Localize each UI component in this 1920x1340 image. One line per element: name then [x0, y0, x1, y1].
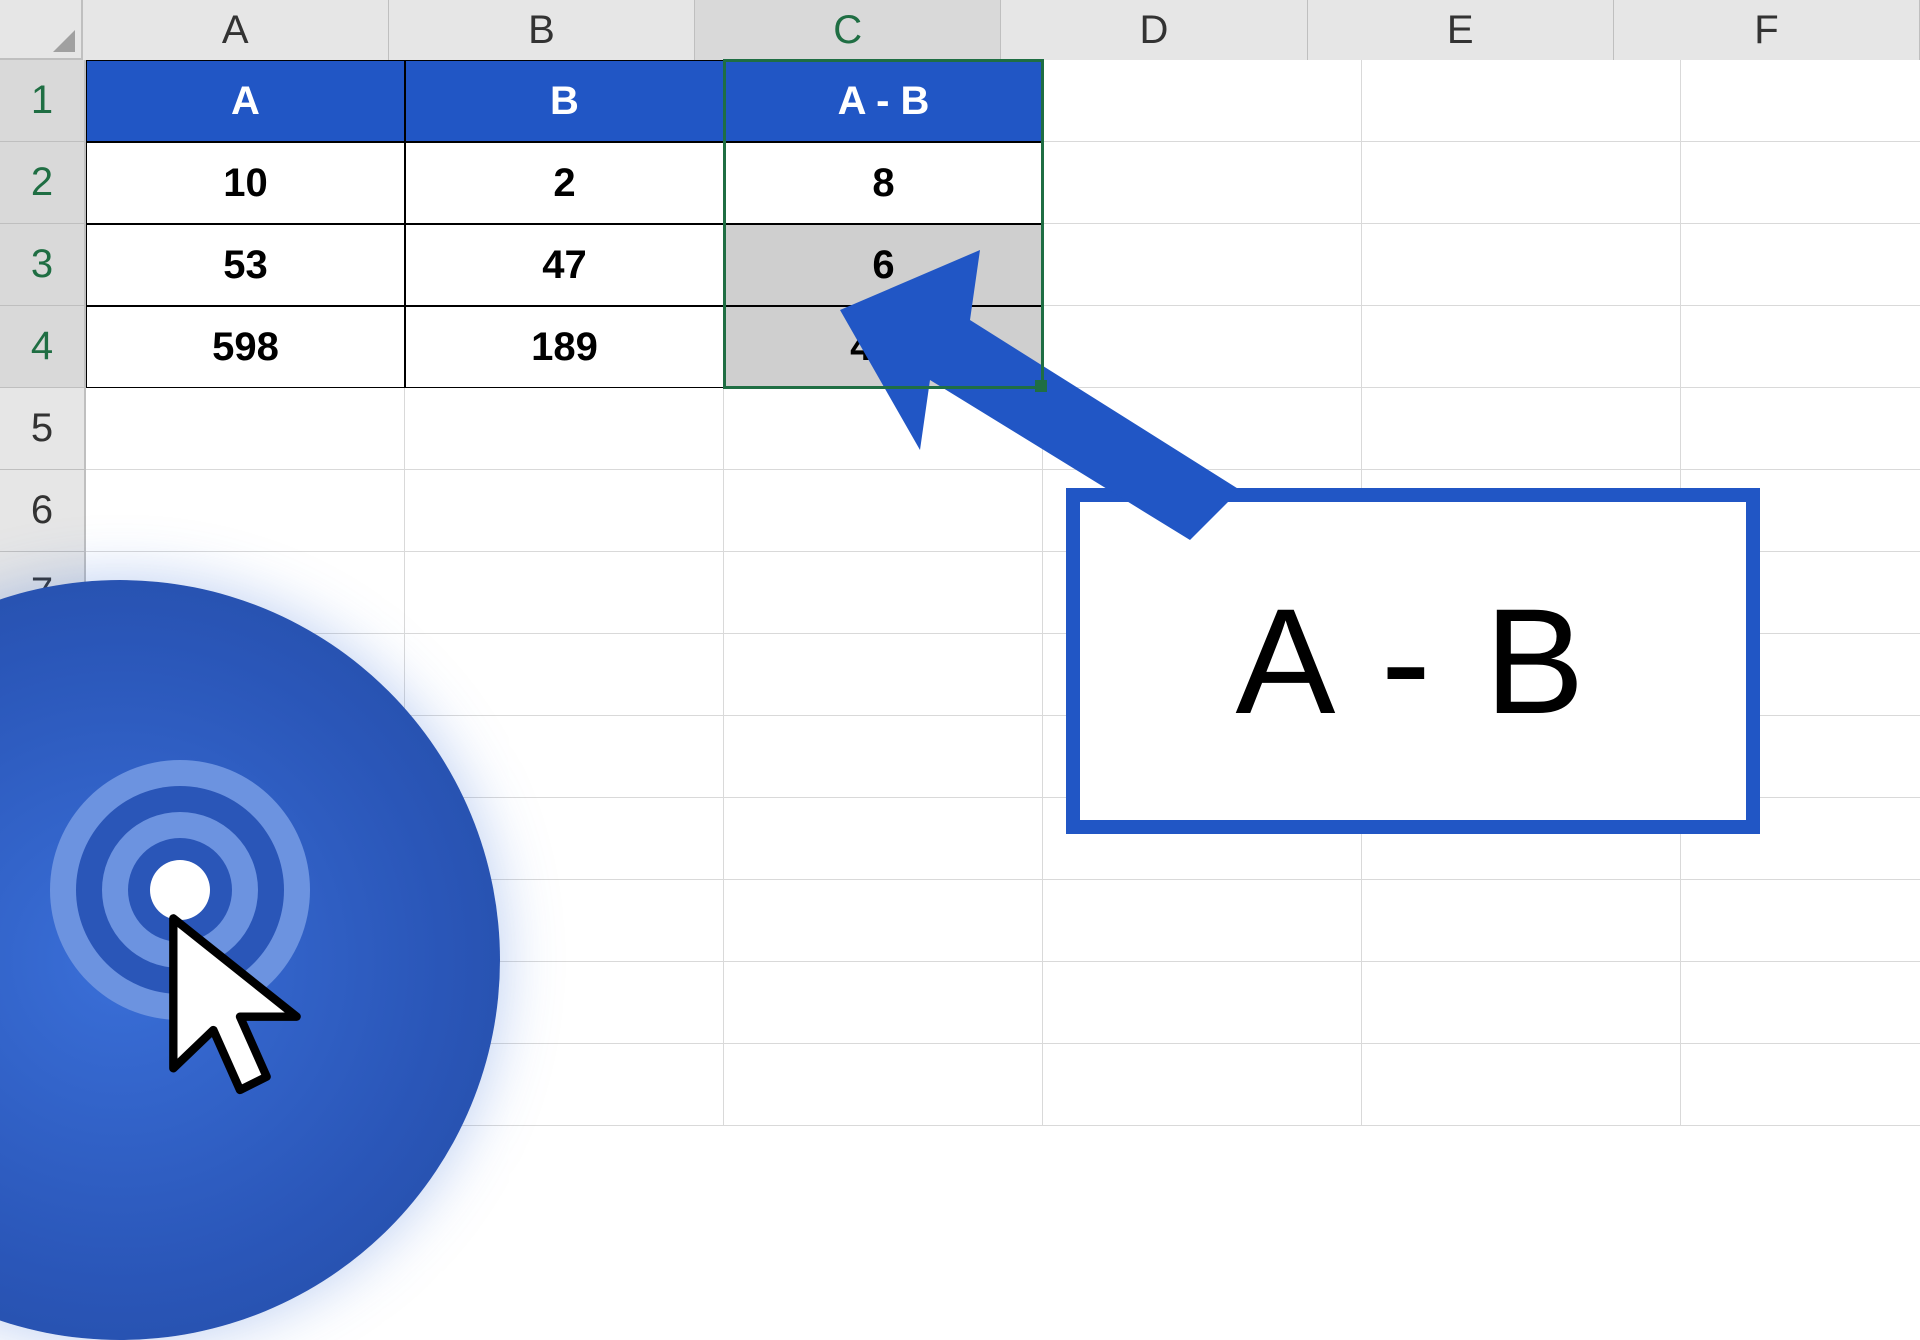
- row-header-1[interactable]: 1: [0, 60, 86, 142]
- cell-C7[interactable]: [724, 552, 1043, 634]
- column-header-D[interactable]: D: [1001, 0, 1307, 60]
- cell-A5[interactable]: [86, 388, 405, 470]
- cell-E11[interactable]: [1362, 880, 1681, 962]
- cell-F13[interactable]: [1681, 1044, 1920, 1126]
- row-header-3[interactable]: 3: [0, 224, 86, 306]
- cell-C8[interactable]: [724, 634, 1043, 716]
- cell-D12[interactable]: [1043, 962, 1362, 1044]
- cell-D1[interactable]: [1043, 60, 1362, 142]
- cell-E12[interactable]: [1362, 962, 1681, 1044]
- callout-arrow: [820, 250, 1280, 550]
- cell-C10[interactable]: [724, 798, 1043, 880]
- cell-E13[interactable]: [1362, 1044, 1681, 1126]
- column-headers: ABCDEF: [0, 0, 1920, 60]
- callout-text: A - B: [1235, 575, 1590, 748]
- column-header-B[interactable]: B: [389, 0, 695, 60]
- row-header-2[interactable]: 2: [0, 142, 86, 224]
- cell-E5[interactable]: [1362, 388, 1681, 470]
- table-cell[interactable]: 2: [405, 142, 724, 224]
- cell-B6[interactable]: [405, 470, 724, 552]
- cell-E1[interactable]: [1362, 60, 1681, 142]
- spreadsheet: ABCDEF 12345678910111213 ABA - B10285347…: [0, 0, 1920, 1080]
- row-header-5[interactable]: 5: [0, 388, 86, 470]
- cell-B5[interactable]: [405, 388, 724, 470]
- cell-B7[interactable]: [405, 552, 724, 634]
- column-header-E[interactable]: E: [1308, 0, 1614, 60]
- cell-F4[interactable]: [1681, 306, 1920, 388]
- table-header[interactable]: B: [405, 60, 724, 142]
- cell-D13[interactable]: [1043, 1044, 1362, 1126]
- cell-D2[interactable]: [1043, 142, 1362, 224]
- row-header-4[interactable]: 4: [0, 306, 86, 388]
- cell-E4[interactable]: [1362, 306, 1681, 388]
- select-all-corner[interactable]: [0, 0, 83, 60]
- table-cell[interactable]: 189: [405, 306, 724, 388]
- table-header[interactable]: A - B: [724, 60, 1043, 142]
- cell-F11[interactable]: [1681, 880, 1920, 962]
- cell-E2[interactable]: [1362, 142, 1681, 224]
- column-header-F[interactable]: F: [1614, 0, 1920, 60]
- cell-C9[interactable]: [724, 716, 1043, 798]
- table-cell[interactable]: 53: [86, 224, 405, 306]
- column-header-C[interactable]: C: [695, 0, 1001, 60]
- table-cell[interactable]: 8: [724, 142, 1043, 224]
- cell-F3[interactable]: [1681, 224, 1920, 306]
- cell-E3[interactable]: [1362, 224, 1681, 306]
- cell-B8[interactable]: [405, 634, 724, 716]
- cell-D11[interactable]: [1043, 880, 1362, 962]
- column-header-A[interactable]: A: [83, 0, 389, 60]
- cell-A6[interactable]: [86, 470, 405, 552]
- table-cell[interactable]: 598: [86, 306, 405, 388]
- cell-C11[interactable]: [724, 880, 1043, 962]
- cell-F1[interactable]: [1681, 60, 1920, 142]
- cell-F5[interactable]: [1681, 388, 1920, 470]
- row-header-6[interactable]: 6: [0, 470, 86, 552]
- cell-F2[interactable]: [1681, 142, 1920, 224]
- table-cell[interactable]: 10: [86, 142, 405, 224]
- cursor-icon: [155, 910, 325, 1110]
- cell-F12[interactable]: [1681, 962, 1920, 1044]
- cell-C12[interactable]: [724, 962, 1043, 1044]
- cell-C13[interactable]: [724, 1044, 1043, 1126]
- table-header[interactable]: A: [86, 60, 405, 142]
- table-cell[interactable]: 47: [405, 224, 724, 306]
